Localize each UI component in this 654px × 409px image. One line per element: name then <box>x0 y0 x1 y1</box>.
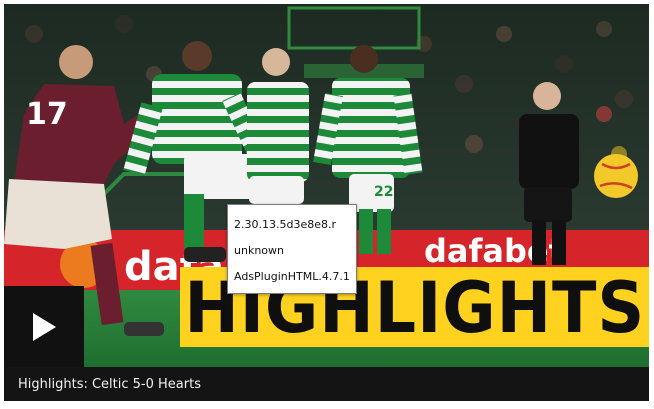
tooltip-version: 2.30.13.5d3e8e8.r <box>234 218 337 231</box>
video-poster[interactable]: dafabet dafabet 17 <box>4 4 649 367</box>
debug-tooltip: 2.30.13.5d3e8e8.r unknown AdsPluginHTML.… <box>227 204 357 294</box>
football <box>594 154 638 198</box>
play-button[interactable] <box>4 286 84 367</box>
hearts-shirt-number: 17 <box>26 97 68 132</box>
tooltip-plugin: AdsPluginHTML.4.7.1 <box>234 270 350 283</box>
tooltip-status: unknown <box>234 244 284 257</box>
celtic-shirt-number: 22 <box>374 184 393 200</box>
play-icon <box>33 312 56 341</box>
video-player[interactable]: dafabet dafabet 17 <box>4 4 649 401</box>
video-caption-bar: Highlights: Celtic 5-0 Hearts <box>4 367 649 401</box>
video-title[interactable]: Highlights: Celtic 5-0 Hearts <box>18 377 201 392</box>
